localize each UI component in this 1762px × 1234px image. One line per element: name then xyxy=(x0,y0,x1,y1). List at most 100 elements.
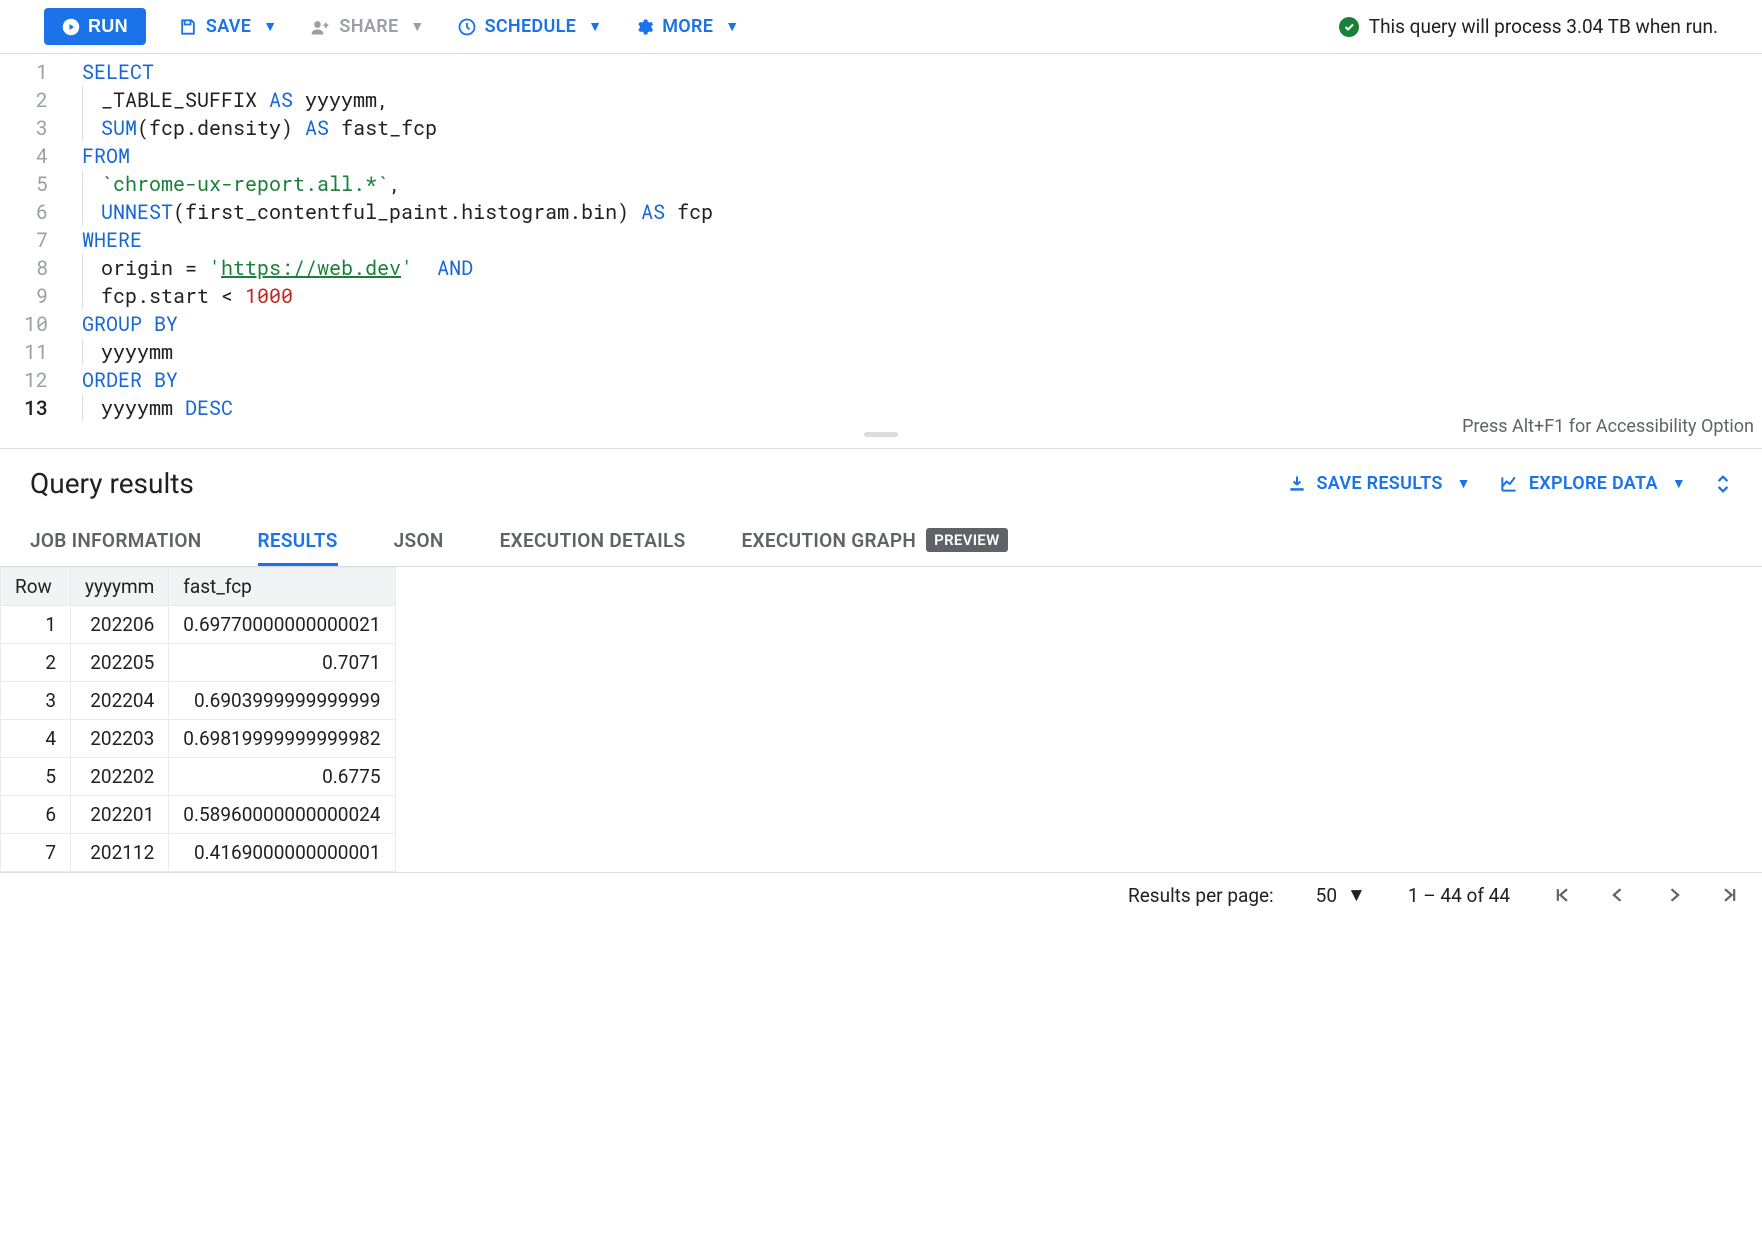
code-content[interactable]: `chrome-ux-report.all.*`, xyxy=(66,170,401,198)
code-line[interactable]: 2_TABLE_SUFFIX AS yyyymm, xyxy=(0,86,1762,114)
validator-text: This query will process 3.04 TB when run… xyxy=(1369,15,1718,38)
table-cell: 2 xyxy=(1,644,71,682)
save-icon xyxy=(178,17,198,37)
table-row[interactable]: 12022060.69770000000000021 xyxy=(1,606,396,644)
line-number: 5 xyxy=(0,170,66,198)
code-content[interactable]: fcp.start < 1000 xyxy=(66,282,293,310)
range-text: 1 – 44 of 44 xyxy=(1408,884,1510,907)
line-number: 7 xyxy=(0,226,66,254)
table-cell: 4 xyxy=(1,720,71,758)
more-label: MORE xyxy=(662,16,713,37)
line-number: 12 xyxy=(0,366,66,394)
tab-job-information[interactable]: JOB INFORMATION xyxy=(30,514,202,566)
run-button[interactable]: RUN xyxy=(44,8,146,45)
tab-execution-graph[interactable]: EXECUTION GRAPH PREVIEW xyxy=(742,514,1008,566)
code-content[interactable]: SELECT xyxy=(66,58,154,86)
explore-data-label: EXPLORE DATA xyxy=(1529,473,1658,494)
share-button[interactable]: SHARE ▼ xyxy=(309,16,424,37)
save-button[interactable]: SAVE ▼ xyxy=(178,16,278,37)
save-label: SAVE xyxy=(206,16,251,37)
line-number: 6 xyxy=(0,198,66,226)
tab-json[interactable]: JSON xyxy=(394,514,444,566)
code-content[interactable]: GROUP BY xyxy=(66,310,178,338)
code-content[interactable]: _TABLE_SUFFIX AS yyyymm, xyxy=(66,86,389,114)
code-line[interactable]: 8origin = 'https://web.dev' AND xyxy=(0,254,1762,282)
save-results-label: SAVE RESULTS xyxy=(1317,473,1443,494)
table-row[interactable]: 22022050.7071 xyxy=(1,644,396,682)
code-line[interactable]: 6UNNEST(first_contentful_paint.histogram… xyxy=(0,198,1762,226)
table-cell: 0.58960000000000024 xyxy=(169,796,395,834)
first-page-button[interactable] xyxy=(1552,885,1572,905)
table-cell: 0.69770000000000021 xyxy=(169,606,395,644)
results-tabs: JOB INFORMATION RESULTS JSON EXECUTION D… xyxy=(0,514,1762,567)
code-line[interactable]: 9fcp.start < 1000 xyxy=(0,282,1762,310)
table-row[interactable]: 72021120.4169000000000001 xyxy=(1,834,396,872)
sql-editor[interactable]: 1SELECT2_TABLE_SUFFIX AS yyyymm,3SUM(fcp… xyxy=(0,54,1762,430)
line-number: 9 xyxy=(0,282,66,310)
code-line[interactable]: 5`chrome-ux-report.all.*`, xyxy=(0,170,1762,198)
table-cell: 6 xyxy=(1,796,71,834)
table-cell: 0.6903999999999999 xyxy=(169,682,395,720)
rpp-value: 50 xyxy=(1316,884,1337,907)
table-row[interactable]: 32022040.6903999999999999 xyxy=(1,682,396,720)
code-content[interactable]: ORDER BY xyxy=(66,366,178,394)
table-row[interactable]: 42022030.69819999999999982 xyxy=(1,720,396,758)
code-content[interactable]: origin = 'https://web.dev' AND xyxy=(66,254,473,282)
share-icon xyxy=(309,17,331,37)
line-number: 13 xyxy=(0,394,66,422)
table-row[interactable]: 62022010.58960000000000024 xyxy=(1,796,396,834)
editor-results-divider[interactable]: Press Alt+F1 for Accessibility Option xyxy=(0,430,1762,448)
run-label: RUN xyxy=(88,16,128,37)
save-results-button[interactable]: SAVE RESULTS ▼ xyxy=(1287,473,1471,494)
gear-icon xyxy=(634,17,654,37)
code-line[interactable]: 11yyyymm xyxy=(0,338,1762,366)
dropdown-icon: ▼ xyxy=(1457,475,1471,492)
rpp-select[interactable]: 50 ▼ xyxy=(1316,883,1366,907)
table-cell: 5 xyxy=(1,758,71,796)
expand-collapse-button[interactable] xyxy=(1714,473,1732,495)
code-line[interactable]: 1SELECT xyxy=(0,58,1762,86)
line-number: 11 xyxy=(0,338,66,366)
code-line[interactable]: 7WHERE xyxy=(0,226,1762,254)
query-validator: This query will process 3.04 TB when run… xyxy=(1339,15,1718,38)
code-content[interactable]: FROM xyxy=(66,142,130,170)
next-page-button[interactable] xyxy=(1664,885,1684,905)
explore-data-button[interactable]: EXPLORE DATA ▼ xyxy=(1499,473,1686,494)
table-cell: 202204 xyxy=(71,682,169,720)
table-cell: 202206 xyxy=(71,606,169,644)
dropdown-icon: ▼ xyxy=(410,18,424,35)
table-cell: 3 xyxy=(1,682,71,720)
column-header[interactable]: yyyymm xyxy=(71,568,169,606)
dropdown-icon: ▼ xyxy=(1672,475,1686,492)
results-table: Rowyyyymmfast_fcp 12022060.6977000000000… xyxy=(0,567,396,872)
line-number: 10 xyxy=(0,310,66,338)
schedule-button[interactable]: SCHEDULE ▼ xyxy=(457,16,603,37)
dropdown-icon: ▼ xyxy=(1347,883,1366,907)
code-line[interactable]: 10GROUP BY xyxy=(0,310,1762,338)
accessibility-hint: Press Alt+F1 for Accessibility Option xyxy=(1462,416,1754,437)
code-content[interactable]: yyyymm xyxy=(66,338,173,366)
dropdown-icon: ▼ xyxy=(588,18,602,35)
prev-page-button[interactable] xyxy=(1608,885,1628,905)
results-table-wrap[interactable]: Rowyyyymmfast_fcp 12022060.6977000000000… xyxy=(0,567,1762,873)
column-header[interactable]: fast_fcp xyxy=(169,568,395,606)
table-row[interactable]: 52022020.6775 xyxy=(1,758,396,796)
code-content[interactable]: WHERE xyxy=(66,226,142,254)
code-line[interactable]: 3SUM(fcp.density) AS fast_fcp xyxy=(0,114,1762,142)
code-line[interactable]: 4FROM xyxy=(0,142,1762,170)
code-content[interactable]: yyyymm DESC xyxy=(66,394,233,422)
column-header[interactable]: Row xyxy=(1,568,71,606)
code-content[interactable]: SUM(fcp.density) AS fast_fcp xyxy=(66,114,437,142)
line-number: 1 xyxy=(0,58,66,86)
last-page-button[interactable] xyxy=(1720,885,1740,905)
results-header: Query results SAVE RESULTS ▼ EXPLORE DAT… xyxy=(0,449,1762,514)
table-cell: 0.6775 xyxy=(169,758,395,796)
tab-execution-details[interactable]: EXECUTION DETAILS xyxy=(500,514,686,566)
drag-handle-icon[interactable] xyxy=(864,432,898,437)
code-content[interactable]: UNNEST(first_contentful_paint.histogram.… xyxy=(66,198,713,226)
code-line[interactable]: 12ORDER BY xyxy=(0,366,1762,394)
line-number: 4 xyxy=(0,142,66,170)
more-button[interactable]: MORE ▼ xyxy=(634,16,739,37)
tab-results[interactable]: RESULTS xyxy=(258,514,338,566)
results-title: Query results xyxy=(30,467,194,500)
